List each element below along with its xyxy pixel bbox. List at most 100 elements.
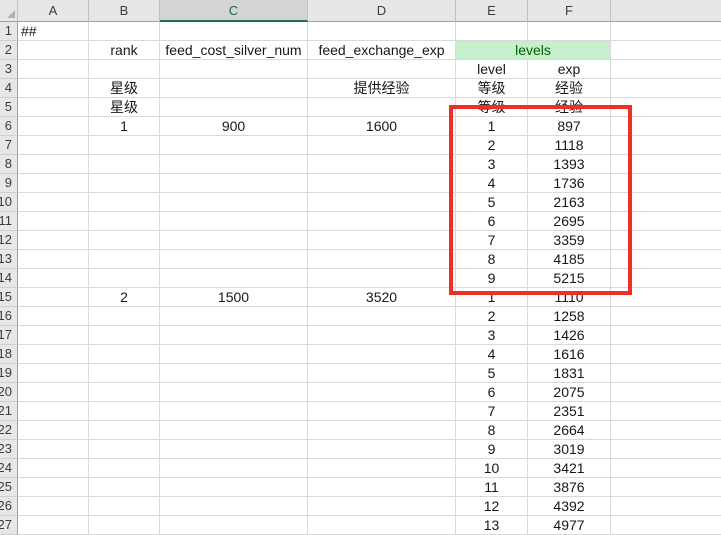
cell-b19[interactable] — [89, 364, 160, 383]
cell-e19[interactable]: 5 — [456, 364, 528, 383]
cell-c5[interactable] — [160, 98, 308, 117]
cell-d23[interactable] — [308, 440, 456, 459]
cell-c20[interactable] — [160, 383, 308, 402]
cell-d10[interactable] — [308, 193, 456, 212]
cell-e12[interactable]: 7 — [456, 231, 528, 250]
row-header-8[interactable]: 8 — [0, 155, 18, 174]
column-header-e[interactable]: E — [456, 0, 528, 22]
column-header-d[interactable]: D — [308, 0, 456, 22]
column-header-c[interactable]: C — [160, 0, 308, 22]
cell-c14[interactable] — [160, 269, 308, 288]
cell-b27[interactable] — [89, 516, 160, 535]
cell-f3[interactable]: exp — [528, 60, 611, 79]
cell-a25[interactable] — [18, 478, 89, 497]
cell-f6[interactable]: 897 — [528, 117, 611, 136]
cell-d14[interactable] — [308, 269, 456, 288]
row-header-24[interactable]: 24 — [0, 459, 18, 478]
cell-a6[interactable] — [18, 117, 89, 136]
row-header-19[interactable]: 19 — [0, 364, 18, 383]
cell-b22[interactable] — [89, 421, 160, 440]
cell-b5[interactable]: 星级 — [89, 98, 160, 117]
row-header-25[interactable]: 25 — [0, 478, 18, 497]
cell-d6[interactable]: 1600 — [308, 117, 456, 136]
cell-f14[interactable]: 5215 — [528, 269, 611, 288]
cell-f13[interactable]: 4185 — [528, 250, 611, 269]
cell-f18[interactable]: 1616 — [528, 345, 611, 364]
select-all-corner[interactable] — [0, 0, 18, 22]
cell-a2[interactable] — [18, 41, 89, 60]
cell-d1[interactable] — [308, 22, 456, 41]
cell-b6[interactable]: 1 — [89, 117, 160, 136]
cell-d25[interactable] — [308, 478, 456, 497]
cell-d9[interactable] — [308, 174, 456, 193]
cell-b7[interactable] — [89, 136, 160, 155]
cell-a16[interactable] — [18, 307, 89, 326]
cell-b25[interactable] — [89, 478, 160, 497]
cell-c3[interactable] — [160, 60, 308, 79]
cell-b9[interactable] — [89, 174, 160, 193]
cell-f7[interactable]: 1118 — [528, 136, 611, 155]
cell-e24[interactable]: 10 — [456, 459, 528, 478]
cell-b3[interactable] — [89, 60, 160, 79]
row-header-21[interactable]: 21 — [0, 402, 18, 421]
cell-c27[interactable] — [160, 516, 308, 535]
cell-e11[interactable]: 6 — [456, 212, 528, 231]
cell-d8[interactable] — [308, 155, 456, 174]
cell-d7[interactable] — [308, 136, 456, 155]
cell-a19[interactable] — [18, 364, 89, 383]
row-header-20[interactable]: 20 — [0, 383, 18, 402]
cell-a27[interactable] — [18, 516, 89, 535]
cell-a11[interactable] — [18, 212, 89, 231]
cell-b17[interactable] — [89, 326, 160, 345]
cell-b12[interactable] — [89, 231, 160, 250]
column-header-a[interactable]: A — [18, 0, 89, 22]
row-header-14[interactable]: 14 — [0, 269, 18, 288]
cell-c6[interactable]: 900 — [160, 117, 308, 136]
cell-e13[interactable]: 8 — [456, 250, 528, 269]
row-header-22[interactable]: 22 — [0, 421, 18, 440]
column-header-f[interactable]: F — [528, 0, 611, 22]
cell-c22[interactable] — [160, 421, 308, 440]
cell-c17[interactable] — [160, 326, 308, 345]
cell-e25[interactable]: 11 — [456, 478, 528, 497]
cell-d13[interactable] — [308, 250, 456, 269]
cell-b24[interactable] — [89, 459, 160, 478]
cell-d22[interactable] — [308, 421, 456, 440]
row-header-7[interactable]: 7 — [0, 136, 18, 155]
cell-f9[interactable]: 1736 — [528, 174, 611, 193]
cell-c2[interactable]: feed_cost_silver_num — [160, 41, 308, 60]
cell-f25[interactable]: 3876 — [528, 478, 611, 497]
row-header-26[interactable]: 26 — [0, 497, 18, 516]
cell-b4[interactable]: 星级 — [89, 79, 160, 98]
cell-d4[interactable]: 提供经验 — [308, 79, 456, 98]
cell-a14[interactable] — [18, 269, 89, 288]
cell-a23[interactable] — [18, 440, 89, 459]
cell-e26[interactable]: 12 — [456, 497, 528, 516]
cell-d17[interactable] — [308, 326, 456, 345]
row-header-27[interactable]: 27 — [0, 516, 18, 535]
cell-c15[interactable]: 1500 — [160, 288, 308, 307]
cell-f12[interactable]: 3359 — [528, 231, 611, 250]
cell-f19[interactable]: 1831 — [528, 364, 611, 383]
row-header-13[interactable]: 13 — [0, 250, 18, 269]
row-header-9[interactable]: 9 — [0, 174, 18, 193]
cell-f22[interactable]: 2664 — [528, 421, 611, 440]
cell-c21[interactable] — [160, 402, 308, 421]
cell-f1[interactable] — [528, 22, 611, 41]
cell-c1[interactable] — [160, 22, 308, 41]
column-header-b[interactable]: B — [89, 0, 160, 22]
cell-e2-f2-merged-levels[interactable]: levels — [456, 41, 611, 60]
cell-b2[interactable]: rank — [89, 41, 160, 60]
cell-e16[interactable]: 2 — [456, 307, 528, 326]
cell-e5[interactable]: 等级 — [456, 98, 528, 117]
row-header-6[interactable]: 6 — [0, 117, 18, 136]
cell-f8[interactable]: 1393 — [528, 155, 611, 174]
cell-d2[interactable]: feed_exchange_exp — [308, 41, 456, 60]
cell-a18[interactable] — [18, 345, 89, 364]
cell-e27[interactable]: 13 — [456, 516, 528, 535]
cell-d26[interactable] — [308, 497, 456, 516]
cell-c11[interactable] — [160, 212, 308, 231]
cell-e23[interactable]: 9 — [456, 440, 528, 459]
cell-c26[interactable] — [160, 497, 308, 516]
cell-d24[interactable] — [308, 459, 456, 478]
